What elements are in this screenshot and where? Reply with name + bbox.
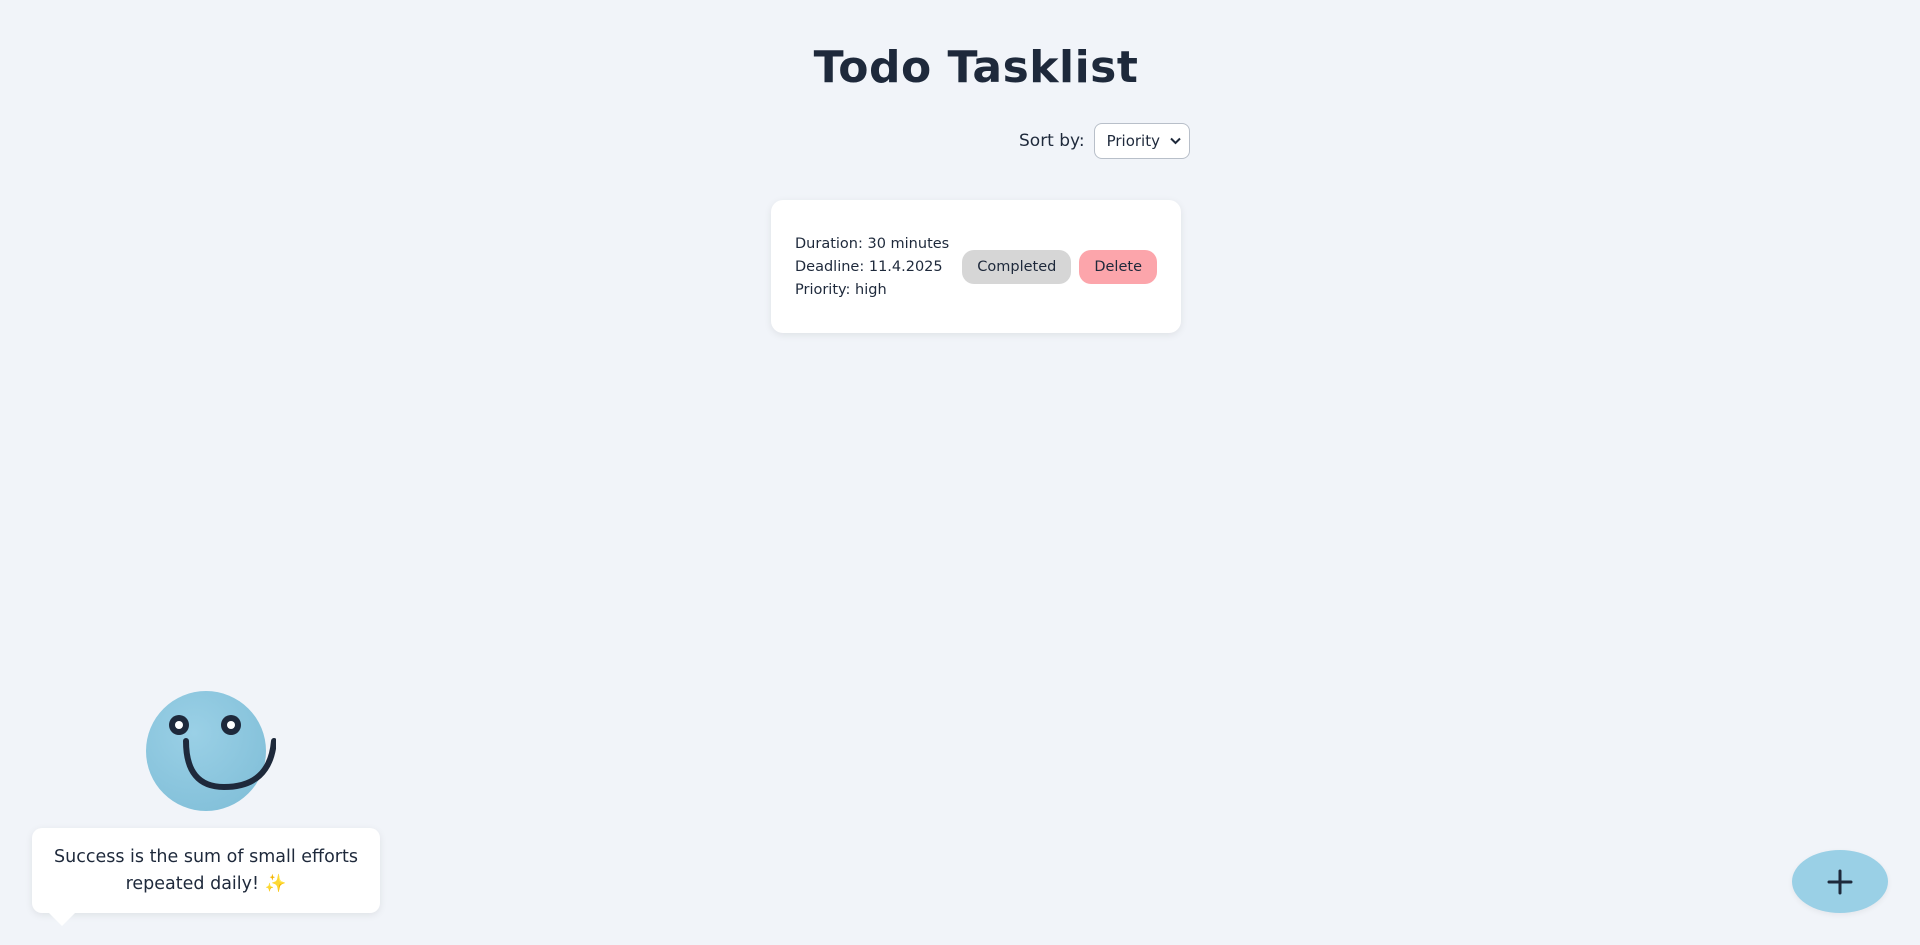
task-duration: Duration: 30 minutes <box>795 235 950 252</box>
chevron-down-icon <box>1169 135 1181 148</box>
mascot-smiley <box>146 691 276 811</box>
plus-icon <box>1827 869 1853 894</box>
task-actions: Completed Delete <box>962 249 1157 284</box>
sort-select[interactable]: Priority <box>1093 123 1190 159</box>
page: Todo Tasklist Sort by: Priority Duration… <box>0 0 1920 945</box>
motivation-text: Success is the sum of small efforts repe… <box>54 846 358 894</box>
sort-bar: Sort by: Priority <box>1019 123 1190 159</box>
speech-bubble-tail <box>48 912 76 926</box>
page-title: Todo Tasklist <box>813 42 1139 93</box>
sort-label: Sort by: <box>1019 131 1085 151</box>
completed-button[interactable]: Completed <box>962 249 1072 284</box>
smiley-face-icon <box>169 715 276 791</box>
task-card: Duration: 30 minutes Deadline: 11.4.2025… <box>771 200 1181 333</box>
sort-selected-value: Priority <box>1106 132 1160 150</box>
task-deadline: Deadline: 11.4.2025 <box>795 258 943 275</box>
delete-button[interactable]: Delete <box>1079 249 1157 284</box>
add-task-button[interactable] <box>1792 850 1888 913</box>
task-priority: Priority: high <box>795 281 887 298</box>
motivation-bubble: Success is the sum of small efforts repe… <box>32 828 380 913</box>
task-info: Duration: 30 minutes Deadline: 11.4.2025… <box>795 236 949 298</box>
